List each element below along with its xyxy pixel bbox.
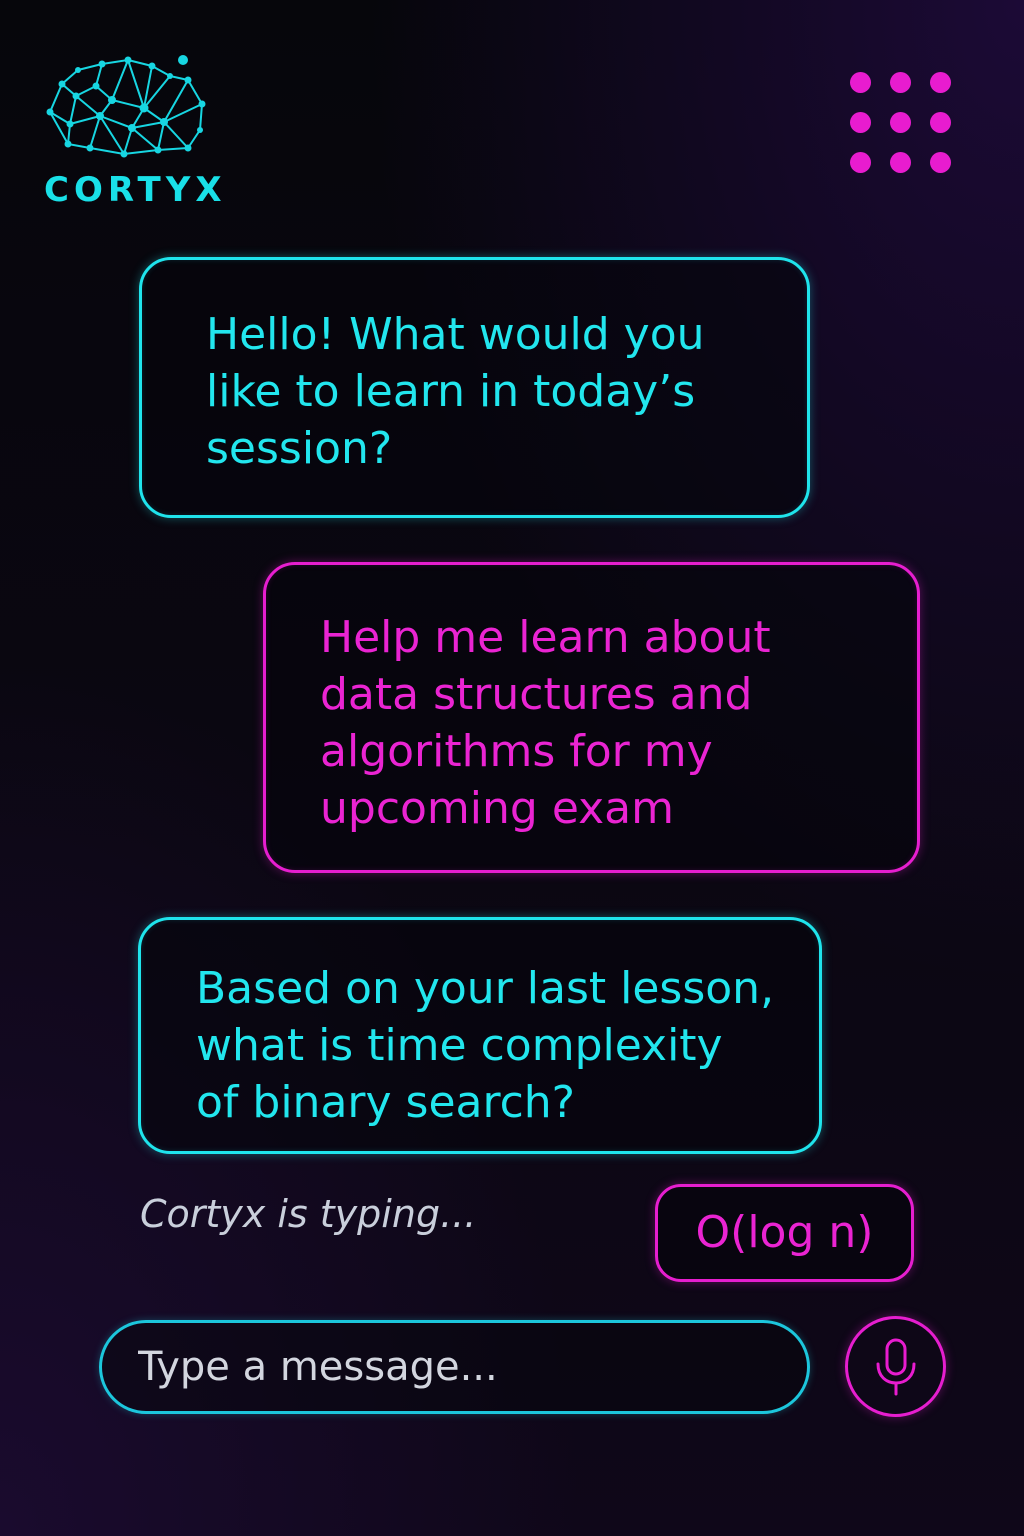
user-message-bubble: Help me learn about data structures and …	[263, 562, 920, 873]
typing-indicator: Cortyx is typing...	[140, 1192, 477, 1236]
grid-menu-button[interactable]	[850, 72, 956, 178]
ai-message-bubble: Based on your last lesson, what is time …	[138, 917, 822, 1154]
brain-network-icon	[46, 55, 206, 158]
suggested-reply-chip[interactable]: O(log n)	[655, 1184, 914, 1282]
message-composer	[99, 1320, 810, 1414]
ai-message-text: Hello! What would you like to learn in t…	[206, 309, 705, 474]
cortyx-logo: CORTYX	[40, 48, 230, 218]
user-message-text: Help me learn about data structures and …	[320, 612, 771, 834]
microphone-icon	[876, 1338, 916, 1396]
voice-input-button[interactable]	[845, 1316, 946, 1417]
app-name: CORTYX	[44, 170, 227, 210]
ai-message-text: Based on your last lesson, what is time …	[196, 963, 775, 1128]
ai-message-bubble: Hello! What would you like to learn in t…	[139, 257, 810, 518]
message-input[interactable]	[138, 1337, 768, 1397]
suggested-reply-text: O(log n)	[695, 1207, 874, 1258]
